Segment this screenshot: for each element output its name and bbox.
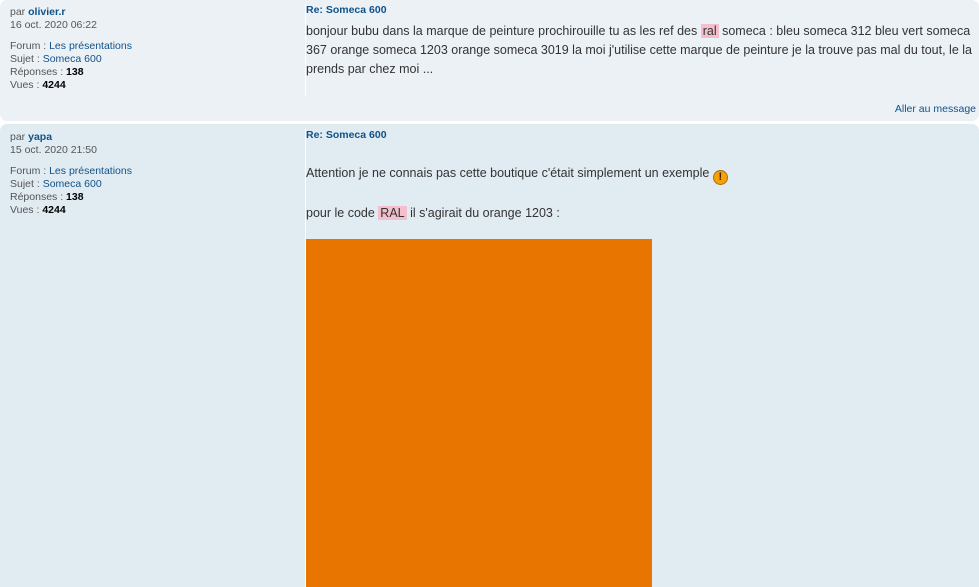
search-highlight: RAL — [378, 206, 407, 220]
post-text-warning: Attention je ne connais pas cette boutiq… — [306, 166, 710, 180]
post-text-start: bonjour bubu dans la marque de peinture … — [306, 24, 698, 38]
views-count: 4244 — [42, 204, 66, 216]
author-link[interactable]: olivier.r — [28, 6, 65, 18]
topic-label: Sujet : — [10, 178, 40, 190]
replies-label: Réponses : — [10, 191, 64, 203]
post-title-link[interactable]: Re: Someca 600 — [306, 4, 974, 17]
post-content: Re: Someca 600 Attention je ne connais p… — [306, 129, 974, 223]
forum-link[interactable]: Les présentations — [49, 40, 132, 52]
author-prefix: par — [10, 6, 26, 18]
post-meta: par olivier.r 16 oct. 2020 06:22 Forum :… — [10, 6, 300, 92]
views-count: 4244 — [42, 79, 66, 91]
search-highlight: ral — [700, 24, 719, 38]
views-label: Vues : — [10, 79, 40, 91]
post-date: 16 oct. 2020 06:22 — [10, 19, 97, 31]
replies-count: 138 — [66, 191, 84, 203]
author-link[interactable]: yapa — [28, 131, 52, 143]
post-date: 15 oct. 2020 21:50 — [10, 144, 97, 156]
topic-label: Sujet : — [10, 53, 40, 65]
forum-label: Forum : — [10, 40, 47, 52]
post-body: bonjour bubu dans la marque de peinture … — [306, 22, 974, 79]
post-body-line-2: pour le code RAL il s'agirait du orange … — [306, 204, 974, 223]
topic-link[interactable]: Someca 600 — [43, 178, 102, 190]
post-body-line-1: Attention je ne connais pas cette boutiq… — [306, 164, 974, 185]
post-title-link[interactable]: Re: Someca 600 — [306, 129, 974, 142]
search-result-post-1: par olivier.r 16 oct. 2020 06:22 Forum :… — [0, 0, 979, 121]
post-content: Re: Someca 600 bonjour bubu dans la marq… — [306, 4, 974, 79]
forum-label: Forum : — [10, 165, 47, 177]
ral-color-swatch-image — [306, 239, 652, 587]
warning-icon: ! — [712, 170, 728, 185]
forum-link[interactable]: Les présentations — [49, 165, 132, 177]
topic-link[interactable]: Someca 600 — [43, 53, 102, 65]
goto-message-link[interactable]: Aller au message — [895, 103, 976, 115]
post-text-code-prefix: pour le code — [306, 206, 375, 220]
views-label: Vues : — [10, 204, 40, 216]
replies-count: 138 — [66, 66, 84, 78]
post-meta: par yapa 15 oct. 2020 21:50 Forum : Les … — [10, 131, 300, 217]
post-text-code-suffix: il s'agirait du orange 1203 : — [410, 206, 560, 220]
author-prefix: par — [10, 131, 26, 143]
replies-label: Réponses : — [10, 66, 64, 78]
